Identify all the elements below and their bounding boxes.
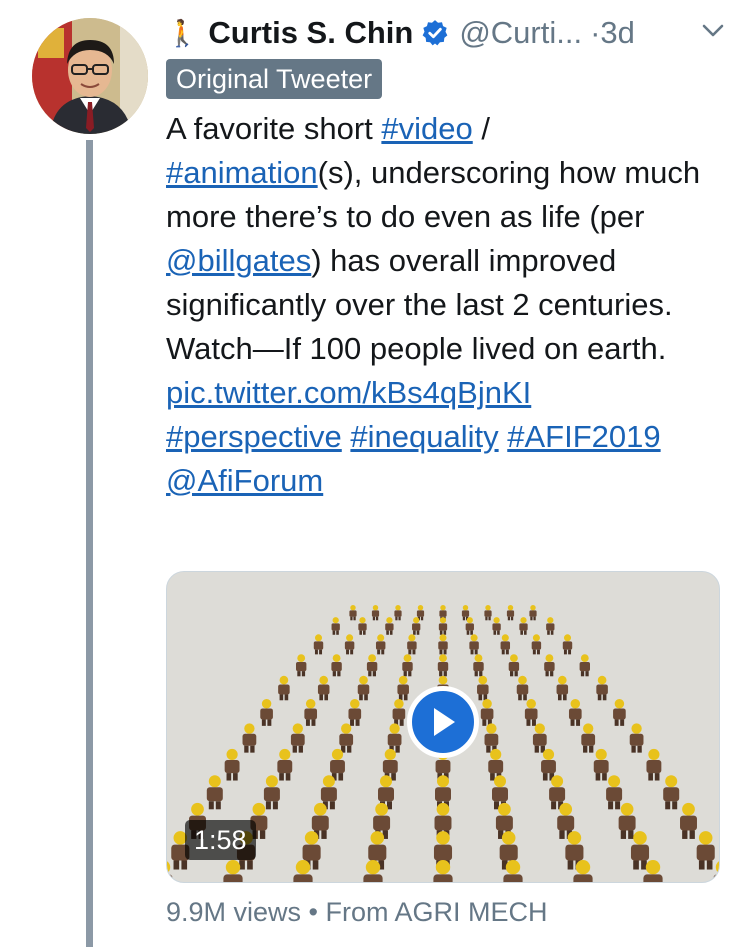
play-button[interactable] [407, 686, 479, 758]
video-duration: 1:58 [185, 820, 256, 860]
hashtag-inequality[interactable]: #inequality [350, 419, 498, 454]
mention-billgates[interactable]: @billgates [166, 243, 311, 278]
video-player[interactable]: 1:58 [166, 571, 720, 883]
chevron-down-icon[interactable] [702, 24, 724, 38]
author-emoji: 🚶 [166, 17, 199, 48]
tweet-text: A favorite short #video / #animation(s),… [166, 107, 736, 503]
tweet-header: 🚶 Curtis S. Chin @Curti... ·3d [166, 10, 736, 56]
avatar-image [32, 18, 148, 134]
hashtag-perspective[interactable]: #perspective [166, 419, 342, 454]
pic-link[interactable]: pic.twitter.com/kBs4qBjnKI [166, 375, 531, 410]
hashtag-video[interactable]: #video [381, 111, 472, 146]
verified-badge-icon [422, 20, 448, 46]
tweet-timestamp[interactable]: ·3d [590, 15, 635, 51]
play-icon [434, 708, 455, 736]
original-tweeter-badge: Original Tweeter [166, 59, 383, 99]
tweet-text-part: / [472, 111, 490, 146]
hashtag-animation[interactable]: #animation [166, 155, 318, 190]
author-handle[interactable]: @Curti... [459, 15, 582, 51]
mention-afiforum[interactable]: @AfiForum [166, 463, 323, 498]
thread-line [86, 140, 93, 947]
author-name[interactable]: Curtis S. Chin [208, 15, 413, 51]
tweet-text-part: A favorite short [166, 111, 382, 146]
hashtag-afif2019[interactable]: #AFIF2019 [507, 419, 660, 454]
avatar[interactable] [32, 18, 148, 134]
video-meta: 9.9M views • From AGRI MECH [166, 897, 548, 927]
